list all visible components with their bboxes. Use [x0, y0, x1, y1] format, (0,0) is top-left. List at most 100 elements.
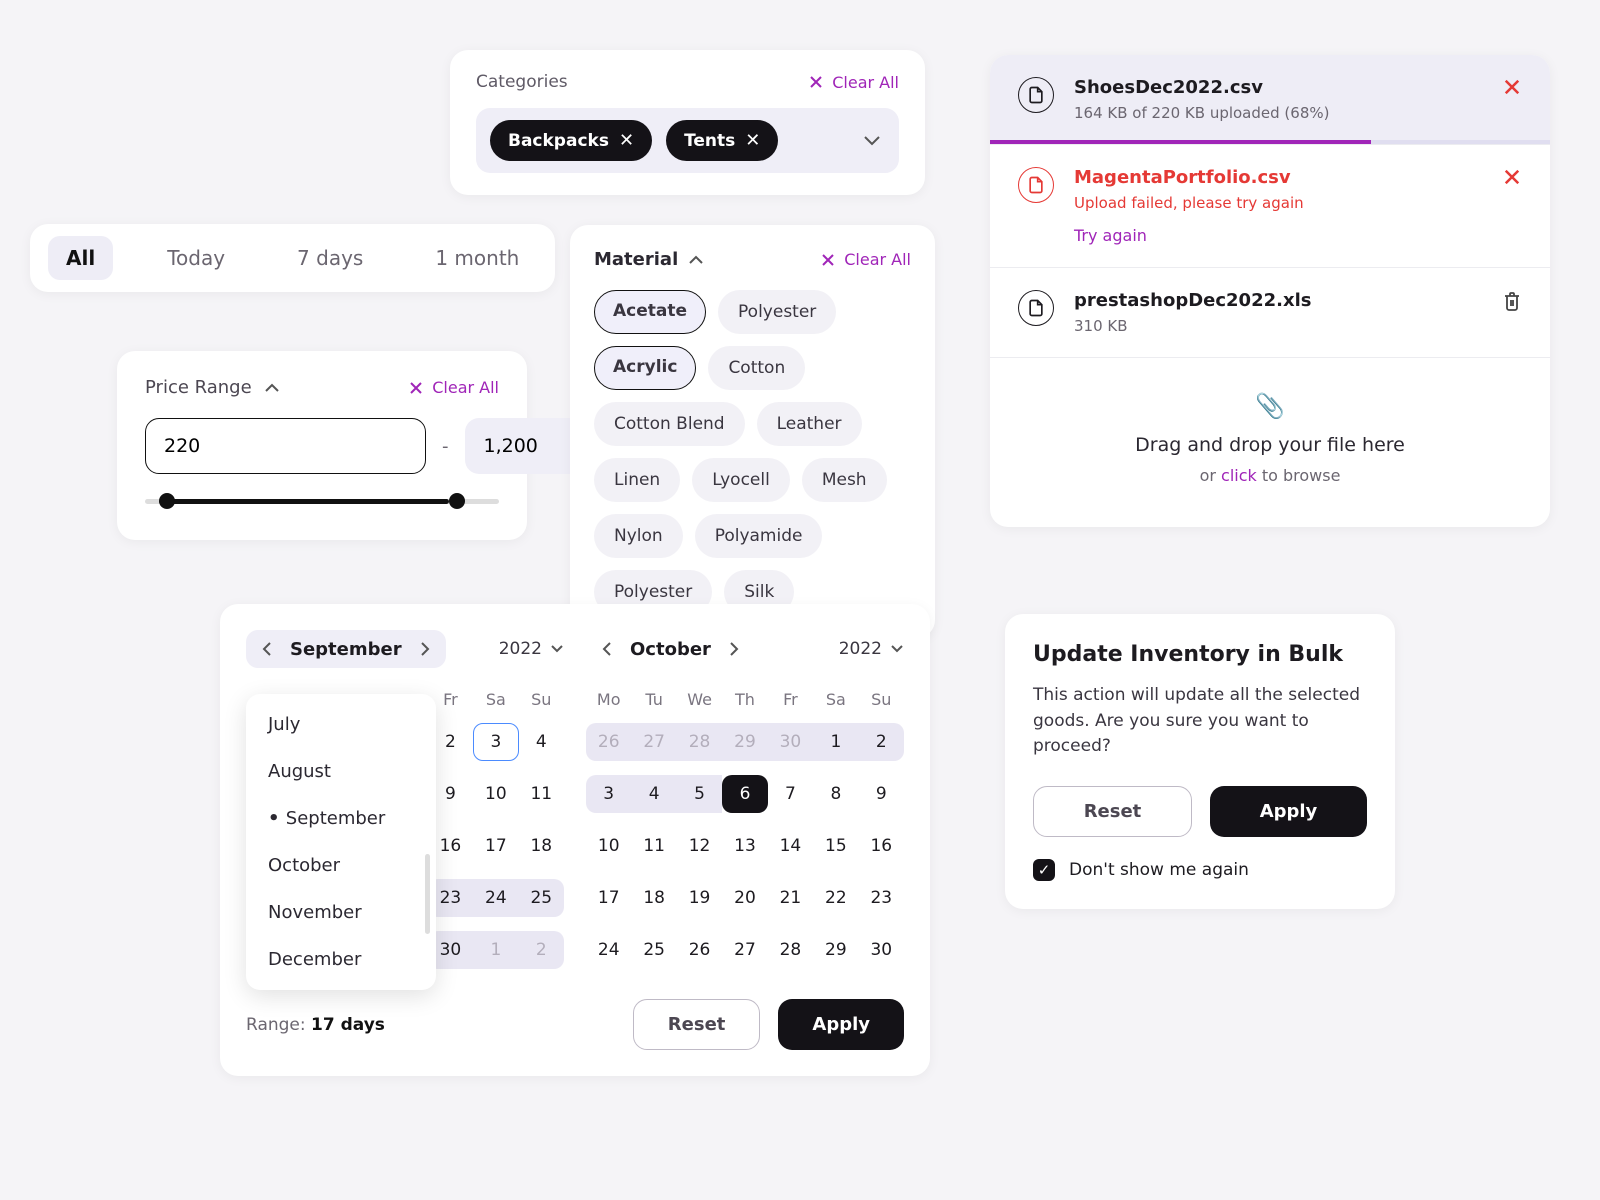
tab-1-month[interactable]: 1 month: [417, 236, 537, 280]
material-clear-all[interactable]: Clear All: [820, 250, 911, 269]
retry-link[interactable]: Try again: [1074, 226, 1482, 245]
calendar-day[interactable]: 14: [768, 827, 813, 865]
scrollbar[interactable]: [425, 854, 430, 934]
calendar-day[interactable]: 4: [631, 775, 676, 813]
material-chip[interactable]: Polyester: [718, 290, 836, 334]
month-option[interactable]: October: [268, 855, 414, 876]
calendar-day[interactable]: 23: [859, 879, 904, 917]
calendar-day[interactable]: 27: [631, 723, 676, 761]
chevron-right-icon[interactable]: [414, 638, 436, 660]
calendar-day[interactable]: 24: [586, 931, 631, 969]
checkbox-checked-icon[interactable]: ✓: [1033, 859, 1055, 881]
calendar-day[interactable]: 28: [768, 931, 813, 969]
price-range-title[interactable]: Price Range: [145, 377, 280, 398]
tab-all[interactable]: All: [48, 236, 113, 280]
calendar-day[interactable]: 16: [859, 827, 904, 865]
month-option[interactable]: September: [268, 808, 414, 829]
calendar-day[interactable]: 17: [473, 827, 518, 865]
calendar-day[interactable]: 11: [519, 775, 564, 813]
calendar-day[interactable]: 8: [813, 775, 858, 813]
categories-clear-all[interactable]: Clear All: [808, 73, 899, 92]
tab-today[interactable]: Today: [149, 236, 243, 280]
remove-icon[interactable]: ✕: [619, 130, 634, 151]
month-option[interactable]: December: [268, 949, 414, 970]
dropzone[interactable]: 📎Drag and drop your file hereor click to…: [990, 358, 1550, 527]
category-chip[interactable]: Backpacks✕: [490, 120, 652, 161]
calendar-day[interactable]: 20: [722, 879, 767, 917]
material-chip[interactable]: Acrylic: [594, 346, 696, 390]
price-clear-all[interactable]: Clear All: [408, 378, 499, 397]
calendar-day[interactable]: 21: [768, 879, 813, 917]
material-chip[interactable]: Leather: [757, 402, 862, 446]
calendar-day[interactable]: 6: [722, 775, 767, 813]
calendar-day[interactable]: 9: [859, 775, 904, 813]
material-chip[interactable]: Acetate: [594, 290, 706, 334]
date-reset-button[interactable]: Reset: [633, 999, 761, 1050]
calendar-day[interactable]: 25: [631, 931, 676, 969]
calendar-day[interactable]: 28: [677, 723, 722, 761]
calendar-day[interactable]: 26: [677, 931, 722, 969]
chevron-right-icon[interactable]: [723, 638, 745, 660]
calendar-day[interactable]: 17: [586, 879, 631, 917]
calendar-day[interactable]: 15: [813, 827, 858, 865]
chevron-left-icon[interactable]: [256, 638, 278, 660]
confirm-reset-button[interactable]: Reset: [1033, 786, 1192, 837]
calendar-day[interactable]: 2: [519, 931, 564, 969]
month-option[interactable]: August: [268, 761, 414, 782]
calendar-day[interactable]: 29: [722, 723, 767, 761]
month-selector[interactable]: September: [246, 630, 446, 668]
calendar-day[interactable]: 19: [677, 879, 722, 917]
material-chip[interactable]: Linen: [594, 458, 680, 502]
trash-icon[interactable]: [1502, 290, 1522, 312]
material-chip[interactable]: Mesh: [802, 458, 887, 502]
calendar-day[interactable]: 13: [722, 827, 767, 865]
dont-show-again-row[interactable]: ✓ Don't show me again: [1033, 859, 1367, 881]
month-selector[interactable]: October: [586, 630, 755, 668]
calendar-day[interactable]: 18: [519, 827, 564, 865]
calendar-day[interactable]: 10: [586, 827, 631, 865]
calendar-day[interactable]: 22: [813, 879, 858, 917]
calendar-day[interactable]: 1: [473, 931, 518, 969]
calendar-day[interactable]: 11: [631, 827, 676, 865]
calendar-day[interactable]: 27: [722, 931, 767, 969]
material-chip[interactable]: Cotton Blend: [594, 402, 745, 446]
material-chip[interactable]: Lyocell: [692, 458, 790, 502]
calendar-day[interactable]: 29: [813, 931, 858, 969]
calendar-day[interactable]: 4: [519, 723, 564, 761]
material-title[interactable]: Material: [594, 249, 704, 270]
calendar-day[interactable]: 18: [631, 879, 676, 917]
close-icon[interactable]: [1502, 77, 1522, 97]
calendar-day[interactable]: 7: [768, 775, 813, 813]
calendar-day[interactable]: 25: [519, 879, 564, 917]
price-min-input[interactable]: [145, 418, 426, 474]
calendar-day[interactable]: 3: [473, 723, 518, 761]
month-option[interactable]: November: [268, 902, 414, 923]
remove-icon[interactable]: ✕: [745, 130, 760, 151]
calendar-day[interactable]: 10: [473, 775, 518, 813]
calendar-day[interactable]: 1: [813, 723, 858, 761]
calendar-day[interactable]: 3: [586, 775, 631, 813]
month-option[interactable]: July: [268, 714, 414, 735]
year-selector[interactable]: 2022: [839, 639, 904, 659]
confirm-apply-button[interactable]: Apply: [1210, 786, 1367, 837]
calendar-day[interactable]: 5: [677, 775, 722, 813]
calendar-day[interactable]: 2: [859, 723, 904, 761]
slider-thumb-max[interactable]: [449, 493, 465, 509]
price-slider[interactable]: [145, 492, 499, 510]
category-chip[interactable]: Tents✕: [666, 120, 778, 161]
slider-thumb-min[interactable]: [159, 493, 175, 509]
calendar-day[interactable]: 30: [859, 931, 904, 969]
calendar-day[interactable]: 24: [473, 879, 518, 917]
year-selector[interactable]: 2022: [499, 639, 564, 659]
material-chip[interactable]: Polyamide: [695, 514, 823, 558]
chevron-left-icon[interactable]: [596, 638, 618, 660]
calendar-day[interactable]: 12: [677, 827, 722, 865]
browse-link[interactable]: click: [1221, 466, 1257, 485]
close-icon[interactable]: [1502, 167, 1522, 187]
tab-7-days[interactable]: 7 days: [279, 236, 381, 280]
material-chip[interactable]: Nylon: [594, 514, 683, 558]
category-chip-row[interactable]: Backpacks✕ Tents✕: [476, 108, 899, 173]
calendar-day[interactable]: 26: [586, 723, 631, 761]
material-chip[interactable]: Cotton: [708, 346, 805, 390]
chevron-down-icon[interactable]: [863, 135, 881, 147]
